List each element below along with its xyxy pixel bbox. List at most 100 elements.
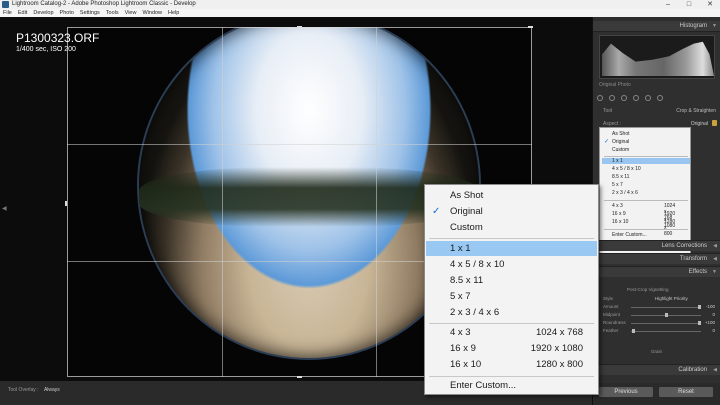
menu-window[interactable]: Window xyxy=(142,9,162,17)
aspect-mini-menu: As Shot Original ✓ Custom 1 x 1 4 x 5 / … xyxy=(599,127,691,255)
menu-photo[interactable]: Photo xyxy=(60,9,74,17)
crop-handle-left[interactable] xyxy=(65,201,67,206)
adjustment-brush-icon[interactable] xyxy=(657,95,663,101)
slider-knob[interactable] xyxy=(632,329,636,333)
menu-divider xyxy=(429,238,594,239)
resolution-label: 1280 x 800 xyxy=(535,359,583,370)
mini-divider xyxy=(604,229,688,230)
slider-value[interactable]: 0 xyxy=(712,328,715,333)
mini-item-original[interactable]: Original xyxy=(612,139,629,145)
mini-check-icon: ✓ xyxy=(604,139,610,145)
radial-filter-icon[interactable] xyxy=(645,95,651,101)
transform-header[interactable]: Transform ◀ xyxy=(593,253,720,264)
resolution-label: 1024 x 768 xyxy=(535,327,583,338)
histogram-graph xyxy=(599,35,715,79)
mini-item-16x10[interactable]: 16 x 10 1280 x 800 xyxy=(612,219,675,237)
mini-item-5x7[interactable]: 5 x 7 xyxy=(612,182,623,188)
minimize-button[interactable]: – xyxy=(660,0,676,9)
slider-track[interactable] xyxy=(631,331,701,332)
tool-overlay-label: Tool Overlay : xyxy=(8,387,39,393)
ratio-label: 16 x 9 xyxy=(450,343,476,354)
transform-title: Transform xyxy=(679,256,707,262)
red-eye-icon[interactable] xyxy=(621,95,627,101)
graduated-filter-icon[interactable] xyxy=(633,95,639,101)
menu-item-custom[interactable]: Custom xyxy=(426,220,597,235)
menu-tools[interactable]: Tools xyxy=(106,9,119,17)
menu-item-enter-custom[interactable]: Enter Custom... xyxy=(426,378,597,393)
feather-slider[interactable]: Feather 0 xyxy=(599,328,715,334)
mini-item-1x1[interactable]: 1 x 1 xyxy=(602,158,690,164)
style-select[interactable]: Highlight Priority xyxy=(655,296,688,301)
style-label: Style xyxy=(603,296,614,301)
menu-file[interactable]: File xyxy=(3,9,12,17)
amount-slider[interactable]: Amount -100 xyxy=(599,304,715,310)
mini-divider xyxy=(604,200,688,201)
menu-item-1x1[interactable]: 1 x 1 xyxy=(426,241,597,256)
expand-icon: ◀ xyxy=(713,243,717,249)
mini-item-custom[interactable]: Custom xyxy=(612,147,629,153)
slider-track[interactable] xyxy=(631,323,701,324)
calibration-title: Calibration xyxy=(678,367,707,373)
reset-button[interactable]: Reset xyxy=(659,387,713,397)
menu-help[interactable]: Help xyxy=(168,9,179,17)
mini-item-as-shot[interactable]: As Shot xyxy=(612,131,630,137)
aspect-value[interactable]: Original xyxy=(691,121,708,127)
maximize-button[interactable]: □ xyxy=(681,0,697,9)
right-panel: Histogram ▼ Original Photo Tool Crop & S… xyxy=(592,17,720,405)
tool-overlay-select[interactable]: Always xyxy=(44,387,60,393)
midpoint-slider[interactable]: Midpoint 0 xyxy=(599,312,715,318)
mini-resolution: 1280 x 800 xyxy=(664,219,676,237)
mini-ratio: 4 x 3 xyxy=(612,203,623,209)
close-button[interactable]: ✕ xyxy=(702,0,718,9)
effects-header[interactable]: Effects ▼ xyxy=(593,266,720,277)
menu-item-original[interactable]: ✓ Original xyxy=(426,204,597,219)
slider-value[interactable]: 0 xyxy=(712,312,715,317)
lens-corrections-header[interactable]: Lens Corrections ◀ xyxy=(593,240,720,251)
slider-knob[interactable] xyxy=(697,321,701,325)
mini-item-2x3[interactable]: 2 x 3 / 4 x 6 xyxy=(612,190,638,196)
crop-tool-icon[interactable] xyxy=(597,95,603,101)
grain-label: Grain xyxy=(651,349,663,354)
menu-item-16x9[interactable]: 16 x 9 1920 x 1080 xyxy=(426,341,597,356)
menu-item-5x7[interactable]: 5 x 7 xyxy=(426,289,597,304)
crop-handle-bottom[interactable] xyxy=(297,376,302,378)
menu-view[interactable]: View xyxy=(125,9,137,17)
previous-button[interactable]: Previous xyxy=(599,387,653,397)
lock-icon[interactable] xyxy=(712,120,717,126)
menu-item-4x3[interactable]: 4 x 3 1024 x 768 xyxy=(426,325,597,340)
slider-value[interactable]: -100 xyxy=(706,304,715,309)
menu-item-16x10[interactable]: 16 x 10 1280 x 800 xyxy=(426,357,597,372)
slider-label: Roundness xyxy=(603,320,626,325)
menu-item-2x3-4x6[interactable]: 2 x 3 / 4 x 6 xyxy=(426,305,597,320)
mini-item-enter-custom[interactable]: Enter Custom... xyxy=(612,232,647,238)
menu-develop[interactable]: Develop xyxy=(33,9,53,17)
roundness-slider[interactable]: Roundness +100 xyxy=(599,320,715,326)
menu-edit[interactable]: Edit xyxy=(18,9,27,17)
mini-divider xyxy=(604,156,688,157)
slider-track[interactable] xyxy=(631,307,701,308)
mini-item-16x9[interactable]: 16 x 9 1920 x 1080 xyxy=(612,211,675,229)
lens-corrections-title: Lens Corrections xyxy=(661,243,707,249)
menu-bar: File Edit Develop Photo Settings Tools V… xyxy=(0,9,720,17)
left-panel-toggle-icon[interactable]: ◀ xyxy=(2,205,7,212)
crop-handle-top[interactable] xyxy=(297,26,302,28)
mini-item-4x3[interactable]: 4 x 3 1024 x 768 xyxy=(612,203,675,221)
expand-icon: ◀ xyxy=(713,256,717,262)
mini-item-8-5x11[interactable]: 8.5 x 11 xyxy=(612,174,629,180)
spot-removal-icon[interactable] xyxy=(609,95,615,101)
menu-settings[interactable]: Settings xyxy=(80,9,100,17)
mini-item-4x5[interactable]: 4 x 5 / 8 x 10 xyxy=(612,166,641,172)
slider-value[interactable]: +100 xyxy=(705,320,715,325)
menu-item-4x5-8x10[interactable]: 4 x 5 / 8 x 10 xyxy=(426,257,597,272)
post-crop-vignetting-label: Post-Crop Vignetting xyxy=(627,287,669,292)
crop-handle-top-right[interactable] xyxy=(528,26,533,28)
window-title: Lightroom Catalog-2 - Adobe Photoshop Li… xyxy=(12,1,196,7)
slider-knob[interactable] xyxy=(697,305,701,309)
calibration-header[interactable]: Calibration ◀ xyxy=(593,364,720,375)
menu-item-as-shot[interactable]: As Shot xyxy=(426,188,597,203)
lightroom-app-icon xyxy=(2,1,9,8)
menu-item-8-5x11[interactable]: 8.5 x 11 xyxy=(426,273,597,288)
histogram-header[interactable]: Histogram ▼ xyxy=(593,21,720,32)
title-bar: Lightroom Catalog-2 - Adobe Photoshop Li… xyxy=(0,0,720,9)
slider-knob[interactable] xyxy=(665,313,668,317)
